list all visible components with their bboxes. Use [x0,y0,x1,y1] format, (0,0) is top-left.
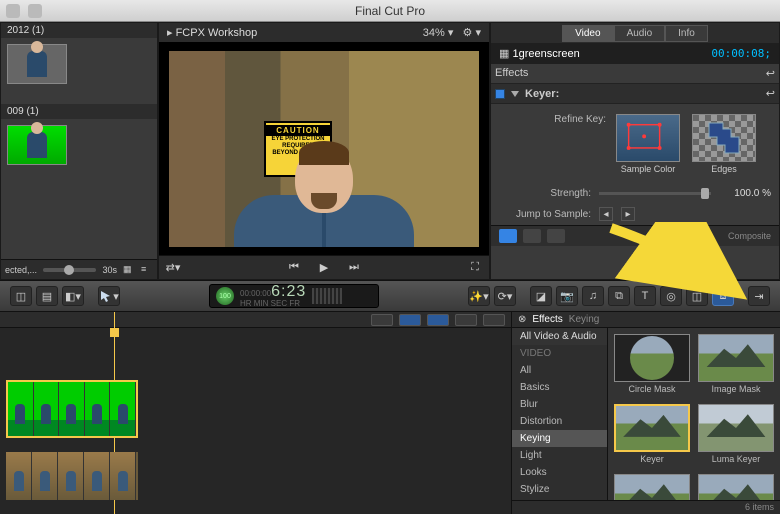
tab-audio[interactable]: Audio [614,25,666,42]
browser-footer: ected,... 30s ▦ ≡ [1,259,157,279]
breadcrumb[interactable]: Keying [569,314,600,325]
tab-video[interactable]: Video [562,25,613,42]
viewer-canvas[interactable]: CAUTION EYE PROTECTION REQUIRED BEYOND T… [159,42,489,255]
toolbar: ◫ ▤ ◧▾ ▾ 100 00:00:006:23 HR MIN SEC FR … [0,280,780,312]
breadcrumb[interactable]: Effects [532,314,562,325]
effects-grid: Circle Mask Image Mask Keyer Luma Keyer [608,328,780,500]
group-header[interactable]: 2012 (1) [1,23,157,38]
pointer-tool-icon[interactable]: ▾ [98,286,120,306]
strength-value[interactable]: 100.0 % [719,188,771,199]
camera-icon[interactable]: 📷 [556,286,578,306]
audio-skim-icon[interactable] [455,314,477,326]
composite-label: Composite [728,231,771,241]
zoom-level[interactable]: 34% [423,27,445,39]
person-subject [229,145,419,247]
import-icon[interactable] [28,4,42,18]
solo-icon[interactable] [483,314,505,326]
snap-icon[interactable] [399,314,421,326]
effects-browser-panel: ⊗ Effects Keying All Video & Audio VIDEO… [511,312,780,514]
effects-section-label: Effects [495,67,528,80]
play-button[interactable]: ▶ [316,261,332,275]
event-browser: 2012 (1) 009 (1) ected,... 30s ▦ ≡ [0,22,158,280]
timeline[interactable] [0,312,511,514]
strength-slider[interactable] [599,192,711,195]
reset-icon[interactable]: ↩ [766,67,775,80]
effect-item[interactable] [698,474,774,500]
enhance-icon[interactable]: ✨▾ [468,286,490,306]
dashboard-icon[interactable]: ◫ [10,286,32,306]
retime-icon[interactable]: ⟳▾ [494,286,516,306]
effects-sidebar: All Video & Audio VIDEO All Basics Blur … [512,328,608,500]
sidebar-item-light[interactable]: Light [512,447,607,464]
clip-thumbnail[interactable] [7,125,67,165]
next-frame-button[interactable]: ⏭ [346,261,362,275]
jump-to-sample-row: Jump to Sample: ◂ ▸ [491,203,779,225]
timeline-clip-background[interactable] [6,452,138,500]
filmstrip-icon[interactable]: ▦ [123,264,135,276]
group-header[interactable]: 009 (1) [1,104,157,119]
fullscreen-button[interactable]: ⛶ [467,261,483,275]
sidebar-item-basics[interactable]: Basics [512,379,607,396]
reset-icon[interactable]: ↩ [766,87,775,100]
music-icon[interactable]: ♫ [582,286,604,306]
chevron-down-icon[interactable] [511,91,519,97]
view-mode-icon[interactable] [547,229,565,243]
clip-name: 1greenscreen [512,48,579,60]
sidebar-item-stylize[interactable]: Stylize [512,481,607,498]
skimming-icon[interactable] [427,314,449,326]
sidebar-item-keying[interactable]: Keying [512,430,607,447]
viewer-options-icon[interactable]: ⇄▾ [165,261,181,275]
effect-item[interactable]: Luma Keyer [698,404,774,464]
thumbnail-size-slider[interactable] [43,268,96,272]
timeline-index-icon[interactable]: ▤ [36,286,58,306]
photos-browser-icon[interactable]: ◪ [530,286,552,306]
next-sample-button[interactable]: ▸ [621,207,635,221]
edges-tool[interactable] [692,114,756,162]
effects-browser-button[interactable]: ⧈ [712,286,734,306]
sidebar-item-all-av[interactable]: All Video & Audio [512,328,607,345]
timecode-display[interactable]: 100 00:00:006:23 HR MIN SEC FR [209,284,379,308]
effect-item[interactable]: Keyer [614,404,690,464]
effect-item[interactable]: Circle Mask [614,334,690,394]
sidebar-item-all[interactable]: All [512,362,607,379]
inspector-tabs: Video Audio Info [491,23,779,43]
clip-thumbnail[interactable] [7,44,67,84]
sidebar-item-distortion[interactable]: Distortion [512,413,607,430]
themes-icon[interactable]: ◫ [686,286,708,306]
viewer-transport: ⇄▾ ⏮ ▶ ⏭ ⛶ [159,255,489,279]
effect-enable-checkbox[interactable] [495,89,505,99]
inspector-toggle-icon[interactable]: ⇥ [748,286,770,306]
prev-frame-button[interactable]: ⏮ [286,261,302,275]
timeline-history-back[interactable] [371,314,393,326]
generators-icon[interactable]: ◎ [660,286,682,306]
tab-info[interactable]: Info [665,25,708,42]
clip-timecode: 00:00:08; [711,47,771,60]
timeline-clip-greenscreen[interactable] [6,380,138,438]
effect-keyer-row[interactable]: Keyer: ↩ [491,83,779,104]
view-mode-icon[interactable] [499,229,517,243]
view-mode-icon[interactable] [523,229,541,243]
project-title: FCPX Workshop [176,27,258,39]
sidebar-heading-video: VIDEO [512,345,607,362]
title-bar: Final Cut Pro [0,0,780,22]
strength-row: Strength: 100.0 % [491,184,779,203]
clip-appearance-icon[interactable]: ◧▾ [62,286,84,306]
sample-color-tool[interactable] [616,114,680,162]
inspector-panel: Video Audio Info ▦ 1greenscreen 00:00:08… [490,22,780,280]
library-icon[interactable] [6,4,20,18]
app-title: Final Cut Pro [355,4,425,18]
sidebar-item-blur[interactable]: Blur [512,396,607,413]
effects-footer: 6 items [512,500,780,514]
sidebar-item-looks[interactable]: Looks [512,464,607,481]
effect-item[interactable] [614,474,690,500]
close-icon[interactable]: ⊗ [518,314,526,325]
background-tasks-icon[interactable]: 100 [216,287,234,305]
titles-icon[interactable]: T [634,286,656,306]
list-icon[interactable]: ≡ [141,264,153,276]
prev-sample-button[interactable]: ◂ [599,207,613,221]
viewer-panel: ▸ FCPX Workshop 34% ▾ ⚙ ▾ CAUTION EYE PR… [158,22,490,280]
effect-item[interactable]: Image Mask [698,334,774,394]
transitions-icon[interactable]: ⧉ [608,286,630,306]
